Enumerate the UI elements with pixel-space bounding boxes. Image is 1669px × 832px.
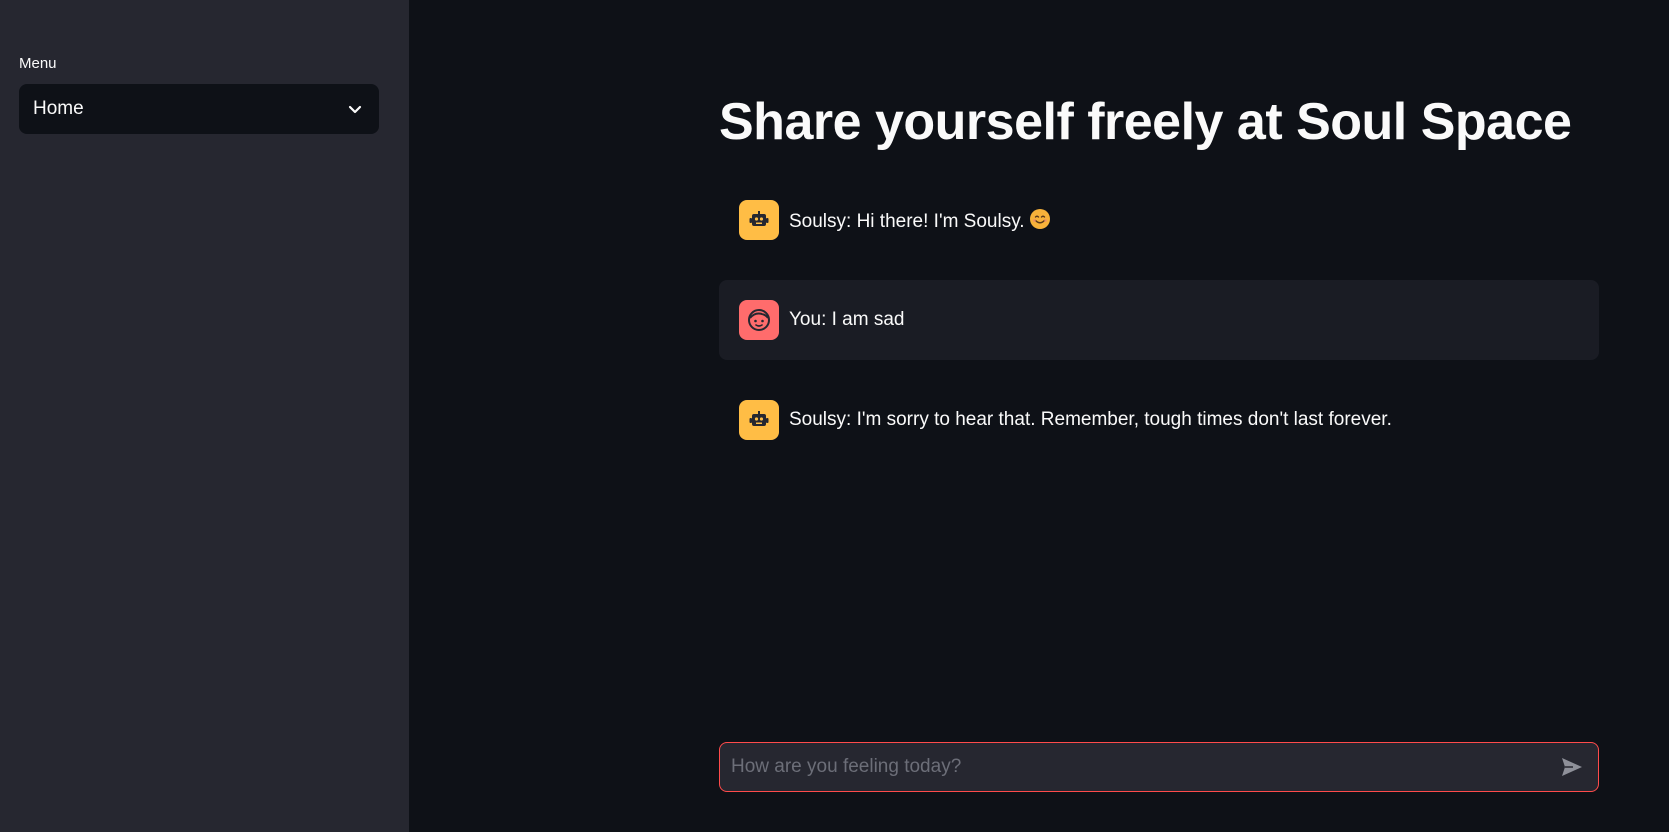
- chat-input-container: [719, 742, 1599, 792]
- smiling-face-icon: [1029, 208, 1051, 230]
- send-button[interactable]: [1552, 747, 1592, 787]
- chat-message-text: You: I am sad: [789, 309, 905, 330]
- sidebar: Menu Home: [0, 0, 409, 832]
- app: Menu Home Share yourself freely at Soul …: [0, 0, 1669, 832]
- menu-label: Menu: [19, 55, 57, 72]
- send-icon: [1562, 758, 1582, 776]
- chat-message-text: Soulsy: Hi there! I'm Soulsy.: [789, 208, 1051, 233]
- page-select-value: Home: [33, 98, 84, 119]
- user-face-icon: [739, 300, 779, 340]
- main-content: Share yourself freely at Soul Space Soul…: [409, 0, 1669, 832]
- chat-message-user: You: I am sad: [719, 280, 1599, 360]
- chat-message-assistant: Soulsy: I'm sorry to hear that. Remember…: [719, 400, 1599, 440]
- chat-message-assistant: Soulsy: Hi there! I'm Soulsy.: [719, 200, 1599, 240]
- chevron-down-icon: [345, 99, 365, 119]
- chat-message-text: Soulsy: I'm sorry to hear that. Remember…: [789, 409, 1392, 430]
- chat-input[interactable]: [720, 743, 1552, 791]
- page-select-dropdown[interactable]: Home: [19, 84, 379, 134]
- robot-icon: [739, 200, 779, 240]
- robot-icon: [739, 400, 779, 440]
- page-title: Share yourself freely at Soul Space: [719, 93, 1572, 151]
